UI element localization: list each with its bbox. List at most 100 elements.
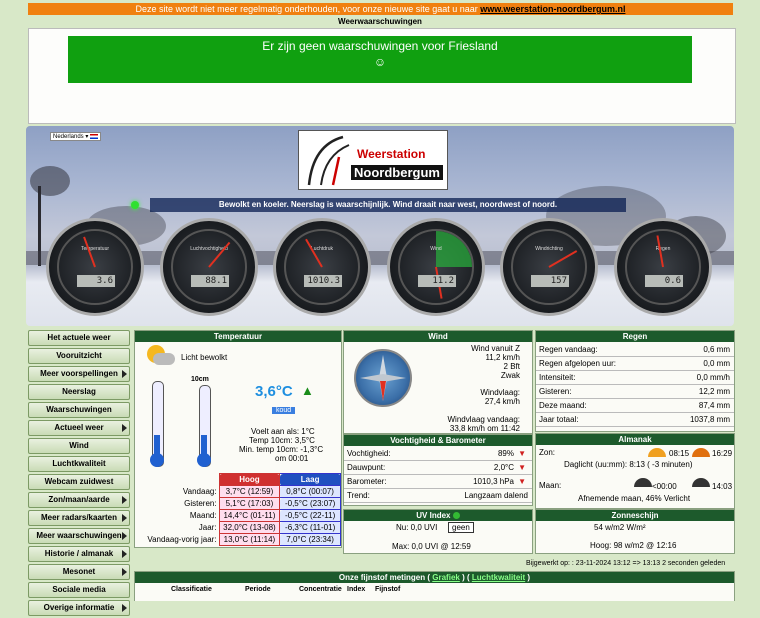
sidebar-item-13[interactable]: Mesonet	[28, 564, 130, 580]
humidity-row: Trend: Langzaam dalend	[344, 489, 532, 503]
moon-label: Maan:	[539, 481, 562, 490]
sidebar-item-5[interactable]: Actueel weer	[28, 420, 130, 436]
temp-row-low: 0,8°C (00:07)	[279, 485, 341, 498]
wind-desc: Zwak	[500, 371, 520, 380]
temp-row-high: 13,0°C (11:14)	[218, 533, 281, 546]
fijnstof-column-header: Classificatie	[171, 586, 212, 593]
sidebar-item-11[interactable]: Meer waarschuwingen	[28, 528, 130, 544]
gust-label: Windvlaag:	[480, 388, 520, 397]
rain-label: Regen afgelopen uur:	[539, 359, 616, 368]
chevron-right-icon	[122, 370, 127, 378]
almanac-title: Almanak	[536, 434, 734, 445]
daylight: Daglicht (uu:mm): 8:13 ( -3 minuten)	[564, 460, 693, 469]
sidebar-item-15[interactable]: Overige informatie	[28, 600, 130, 616]
sidebar-item-label: Meer radars/kaarten	[40, 513, 118, 522]
grafiek-link[interactable]: Grafiek	[432, 573, 460, 582]
sidebar-item-3[interactable]: Neerslag	[28, 384, 130, 400]
temp-row: Vandaag-vorig jaar: 13,0°C (11:14) 7,0°C (…	[137, 533, 341, 546]
logo-swoosh-icon	[307, 135, 350, 186]
gauge-value: 1010.3	[304, 275, 342, 287]
current-temperature: 3,6°C	[255, 383, 293, 400]
sidebar-item-label: Vooruitzicht	[56, 351, 102, 360]
forecast-text: Bewolkt en koeler. Neerslag is waarschij…	[150, 198, 626, 212]
notice-bar: Deze site wordt niet meer regelmatig ond…	[28, 3, 733, 15]
sidebar-item-8[interactable]: Webcam zuidwest	[28, 474, 130, 490]
humidity-label: Vochtigheid:	[347, 449, 391, 458]
sunshine-panel: Zonneschijn 54 w/m2 W/m² Hoog: 98 w/m2 @…	[535, 509, 735, 554]
sidebar-item-12[interactable]: Historie / almanak	[28, 546, 130, 562]
sidebar-item-14[interactable]: Sociale media	[28, 582, 130, 598]
chevron-right-icon	[122, 514, 127, 522]
humidity-label: Barometer:	[347, 477, 387, 486]
sidebar-item-6[interactable]: Wind	[28, 438, 130, 454]
temp-row-label: Vandaag-vorig jaar:	[147, 535, 217, 544]
warnings-message: Er zijn geen waarschuwingen voor Friesla…	[262, 39, 498, 53]
sidebar-item-label: Het actuele weer	[47, 333, 111, 342]
chevron-right-icon	[122, 424, 127, 432]
moon-phase: Afnemende maan, 46% Verlicht	[578, 494, 691, 503]
sidebar-item-1[interactable]: Vooruitzicht	[28, 348, 130, 364]
sidebar-item-label: Neerslag	[62, 387, 96, 396]
sidebar-item-label: Meer waarschuwingen	[36, 531, 122, 540]
soil-min-time: om 00:01	[275, 454, 309, 463]
gust-value: 27,4 km/h	[484, 397, 520, 406]
uv-title-text: UV Index	[416, 511, 451, 520]
notice-text: Deze site wordt niet meer regelmatig ond…	[135, 4, 478, 14]
gauge-label: Temperatuur	[80, 246, 110, 252]
sidebar-item-2[interactable]: Meer voorspellingen	[28, 366, 130, 382]
luchtkwaliteit-link[interactable]: Luchtkwaliteit	[472, 573, 525, 582]
arrow-down-icon: ▼	[518, 463, 526, 472]
sunrise-icon	[648, 448, 666, 457]
gauge-value: 0.6	[645, 275, 683, 287]
gauge-4: Windrichting 157	[500, 218, 598, 316]
station-logo: Weerstation Noordbergum	[298, 130, 448, 190]
temp-row: Gisteren: 5,1°C (17:03) -0,5°C (23:07)	[137, 497, 341, 510]
sidebar-menu: Het actuele weer Vooruitzicht Meer voorspe…	[28, 330, 130, 618]
rain-value: 0,0 mm	[703, 359, 730, 368]
uv-now: Nu: 0,0 UVI	[396, 523, 438, 532]
sidebar-item-0[interactable]: Het actuele weer	[28, 330, 130, 346]
fijnstof-header: Onze fijnstof metingen ( Grafiek ) ( Luc…	[135, 572, 734, 583]
rain-row: Jaar totaal: 1037,8 mm	[536, 413, 734, 427]
wind-bft: 2 Bft	[503, 362, 520, 371]
logo-line2: Noordbergum	[351, 165, 443, 180]
updated-text: Bijgewerkt op: : 23-11-2024 13:12 => 13:…	[526, 560, 726, 567]
sidebar-item-7[interactable]: Luchtkwaliteit	[28, 456, 130, 472]
fijnstof-column-header: Periode	[245, 586, 271, 593]
sidebar-item-4[interactable]: Waarschuwingen	[28, 402, 130, 418]
uv-badge: geen	[448, 522, 474, 533]
humidity-value: 1010,3 hPa	[473, 477, 514, 486]
arrow-down-icon: ▼	[518, 449, 526, 458]
smiley-icon: ☺	[373, 55, 387, 69]
fijnstof-column-header: Concentratie	[299, 586, 342, 593]
chevron-right-icon	[122, 604, 127, 612]
humidity-row: Vochtigheid: 89% ▼	[344, 447, 532, 461]
language-selector[interactable]: Nederlands ▾	[50, 132, 102, 141]
temp-row-low: -0,5°C (23:07)	[279, 497, 341, 510]
gust-today-label: Windvlaag vandaag:	[447, 415, 521, 424]
info-icon[interactable]	[452, 512, 460, 520]
temp-row-low: -0,5°C (22-11)	[279, 509, 341, 522]
rain-value: 87,4 mm	[698, 401, 730, 410]
chevron-right-icon	[122, 568, 127, 576]
new-site-link[interactable]: www.weerstation-noordbergum.nl	[480, 4, 625, 14]
sidebar-item-9[interactable]: Zon/maan/aarde	[28, 492, 130, 508]
wind-title: Wind	[344, 331, 532, 342]
gauge-value: 3.6	[77, 275, 115, 287]
chevron-right-icon	[122, 550, 127, 558]
sidebar-item-10[interactable]: Meer radars/kaarten	[28, 510, 130, 526]
temp-row-label: Gisteren:	[184, 499, 217, 508]
warnings-box: Er zijn geen waarschuwingen voor Friesla…	[68, 36, 692, 83]
humidity-panel: Vochtigheid & Barometer Vochtigheid: 89% ▼…	[343, 434, 533, 506]
logo-line1: Weerstation	[357, 147, 426, 161]
gauge-label: Luchtdruk	[311, 246, 333, 252]
arrow-down-icon: ▼	[518, 477, 526, 486]
sidebar-item-label: Actueel weer	[54, 423, 104, 432]
sidebar-item-label: Wind	[69, 441, 89, 450]
gauge-1: Luchtvochtigheid 88.1	[160, 218, 258, 316]
temp-row-label: Maand:	[189, 511, 217, 520]
temp-row-high: 32,0°C (13-08)	[218, 521, 281, 534]
gauge-label: Regen	[655, 246, 671, 252]
flag-icon	[90, 133, 99, 139]
feels-like: Voelt aan als: 1°C	[251, 427, 315, 436]
